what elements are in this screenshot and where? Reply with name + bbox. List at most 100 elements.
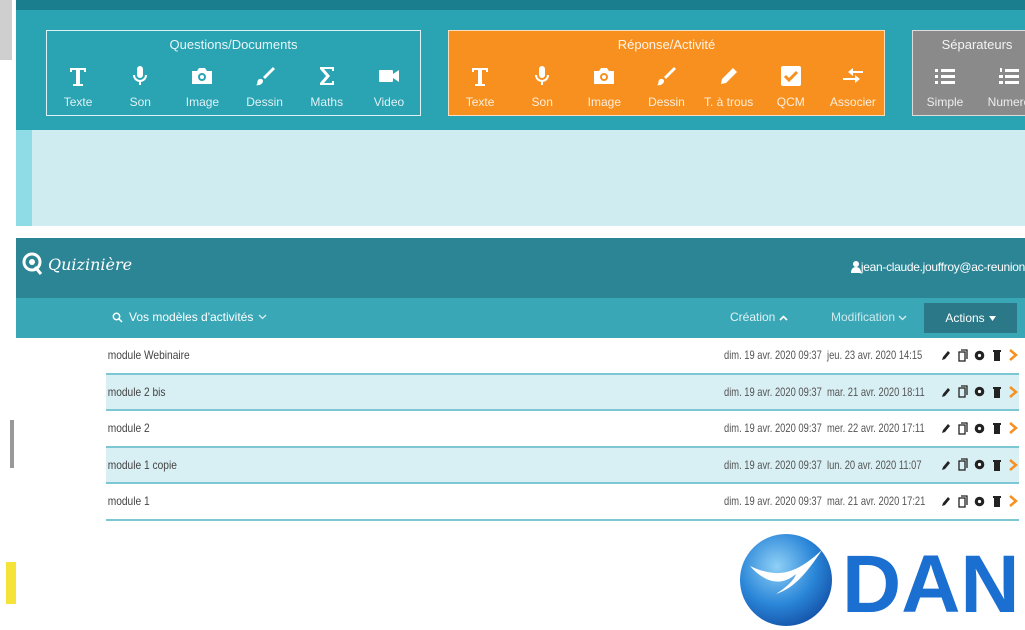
sigma-icon (296, 61, 358, 91)
table-row[interactable]: module 2 dim. 19 avr. 2020 09:37 mer. 22… (106, 411, 1019, 448)
list-icon (913, 61, 977, 91)
row-actions (940, 421, 1019, 435)
editor-toolbar: Questions/Documents Texte Son Image Dess… (16, 0, 1025, 228)
tool-label: T. à trous (703, 95, 754, 109)
tool-separateur-numero[interactable]: Numero (977, 61, 1025, 109)
tool-reponse-image[interactable]: Image (573, 61, 635, 109)
delete-icon[interactable] (991, 458, 1002, 472)
logo-text: Quizinière (48, 254, 133, 274)
tool-reponse-son[interactable]: Son (511, 61, 573, 109)
text-icon (47, 61, 109, 91)
table-row[interactable]: module Webinaire dim. 19 avr. 2020 09:37… (106, 338, 1019, 375)
row-modified: mer. 22 avr. 2020 17:11 (827, 421, 925, 436)
tool-question-son[interactable]: Son (109, 61, 171, 109)
edit-icon[interactable] (940, 494, 951, 508)
questions-group-title: Questions/Documents (169, 37, 298, 52)
row-modified: lun. 20 avr. 2020 11:07 (827, 457, 922, 472)
copy-icon[interactable] (957, 421, 968, 435)
tool-reponse-dessin[interactable]: Dessin (635, 61, 697, 109)
checkbox-icon (760, 61, 822, 91)
delete-icon[interactable] (991, 385, 1002, 399)
delete-icon[interactable] (991, 494, 1002, 508)
open-arrow-icon[interactable] (1008, 348, 1019, 362)
dane-logo-svg: DANE (740, 534, 1025, 630)
left-edge-mark (10, 420, 14, 468)
microphone-icon (511, 61, 573, 91)
copy-icon[interactable] (957, 494, 968, 508)
table-row[interactable]: module 2 bis dim. 19 avr. 2020 09:37 mar… (106, 374, 1019, 411)
tool-reponse-texte[interactable]: Texte (449, 61, 511, 109)
copy-icon[interactable] (957, 385, 968, 399)
video-icon (358, 61, 420, 91)
row-name: module 2 bis (107, 384, 166, 399)
copy-icon[interactable] (957, 348, 968, 362)
chevron-down-icon (898, 315, 907, 321)
row-name: module 1 copie (107, 457, 177, 472)
actions-dropdown-button[interactable]: Actions (924, 303, 1017, 333)
editor-canvas-area[interactable] (16, 130, 1025, 226)
row-created: dim. 19 avr. 2020 09:37 (724, 494, 822, 509)
microphone-icon (109, 61, 171, 91)
user-email: jean-claude.jouffroy@ac-reunion (860, 260, 1025, 274)
tool-label: Image (587, 95, 622, 109)
open-arrow-icon[interactable] (1008, 421, 1019, 435)
chevron-down-icon (258, 314, 267, 320)
edit-icon[interactable] (940, 458, 951, 472)
user-menu[interactable]: jean-claude.jouffroy@ac-reunion (850, 260, 1025, 274)
row-name: module Webinaire (107, 348, 190, 363)
tool-reponse-associer[interactable]: Associer (822, 61, 884, 109)
edit-icon[interactable] (940, 385, 951, 399)
tool-label: Son (531, 95, 553, 109)
modification-label: Modification (831, 310, 896, 324)
questions-documents-group: Questions/Documents Texte Son Image Dess… (46, 30, 421, 116)
app-header: Quizinière jean-claude.jouffroy@ac-reuni… (16, 238, 1025, 298)
tool-separateur-simple[interactable]: Simple (913, 61, 977, 109)
chevron-up-icon (779, 315, 788, 321)
tool-label: Simple (926, 95, 964, 109)
tool-reponse-qcm[interactable]: QCM (760, 61, 822, 109)
sort-by-modification[interactable]: Modification (831, 310, 907, 324)
quiziniere-app: Quizinière jean-claude.jouffroy@ac-reuni… (16, 238, 1025, 630)
open-arrow-icon[interactable] (1008, 458, 1019, 472)
row-created: dim. 19 avr. 2020 09:37 (724, 384, 822, 399)
tool-label: QCM (776, 95, 805, 109)
tool-question-texte[interactable]: Texte (47, 61, 109, 109)
tool-reponse-texte-a-trous[interactable]: T. à trous (698, 61, 760, 109)
camera-icon (171, 61, 233, 91)
tool-question-image[interactable]: Image (171, 61, 233, 109)
row-actions (940, 458, 1019, 472)
edit-icon[interactable] (940, 348, 951, 362)
reponse-activite-group: Réponse/Activité Texte Son Image Dessin … (448, 30, 885, 116)
templates-title: Vos modèles d'activités (129, 310, 254, 324)
copy-icon[interactable] (957, 458, 968, 472)
row-modified: mar. 21 avr. 2020 18:11 (827, 384, 925, 399)
left-edge-highlight (6, 562, 16, 604)
table-row[interactable]: module 1 copie dim. 19 avr. 2020 09:37 l… (106, 447, 1019, 484)
tool-question-maths[interactable]: Maths (296, 61, 358, 109)
settings-icon[interactable] (974, 385, 985, 399)
toolbar-top-strip (16, 0, 1025, 10)
settings-icon[interactable] (974, 494, 985, 508)
quiziniere-logo[interactable]: Quizinière (22, 252, 132, 276)
user-icon (850, 261, 861, 273)
settings-icon[interactable] (974, 421, 985, 435)
settings-icon[interactable] (974, 348, 985, 362)
tool-question-dessin[interactable]: Dessin (234, 61, 296, 109)
open-arrow-icon[interactable] (1008, 494, 1019, 508)
tool-label: Son (129, 95, 151, 109)
edit-icon[interactable] (940, 421, 951, 435)
delete-icon[interactable] (991, 421, 1002, 435)
separateurs-group: Séparateurs Simple Numero (912, 30, 1025, 116)
search-icon (112, 312, 123, 323)
delete-icon[interactable] (991, 348, 1002, 362)
sort-by-creation[interactable]: Création (730, 310, 788, 324)
row-created: dim. 19 avr. 2020 09:37 (724, 421, 822, 436)
settings-icon[interactable] (974, 458, 985, 472)
tool-question-video[interactable]: Video (358, 61, 420, 109)
camera-icon (573, 61, 635, 91)
table-row[interactable]: module 1 dim. 19 avr. 2020 09:37 mar. 21… (106, 484, 1019, 521)
open-arrow-icon[interactable] (1008, 385, 1019, 399)
templates-search[interactable]: Vos modèles d'activités (112, 310, 267, 324)
toolbar-band: Questions/Documents Texte Son Image Dess… (16, 10, 1025, 130)
left-edge-strip (0, 0, 12, 60)
